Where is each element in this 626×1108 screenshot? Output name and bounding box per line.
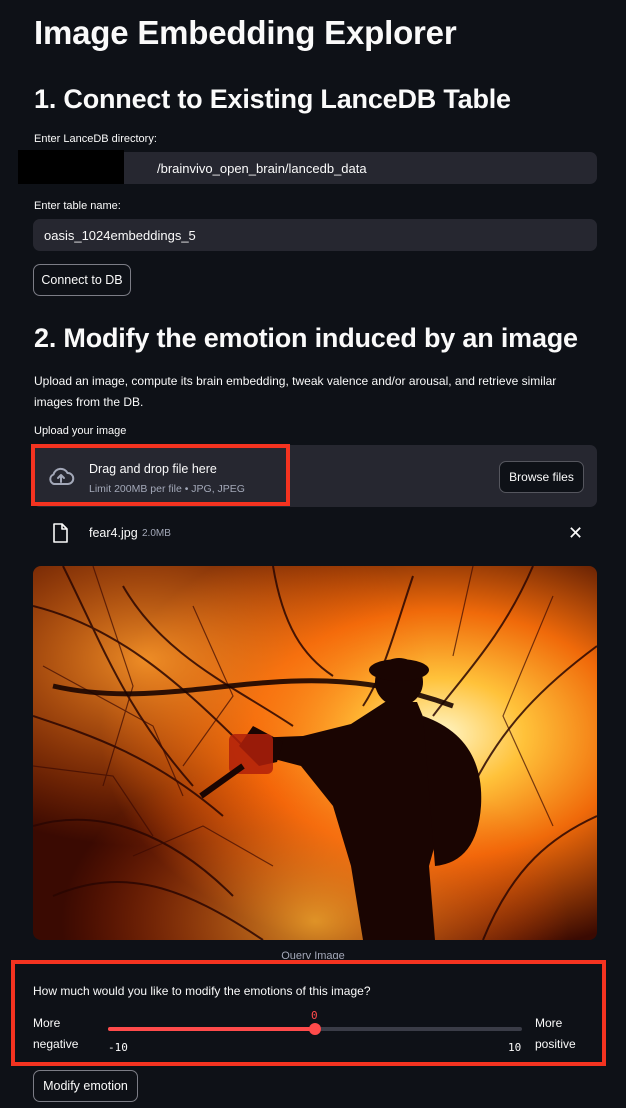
section1-heading: 1. Connect to Existing LanceDB Table: [34, 84, 511, 114]
file-icon: [53, 523, 68, 543]
query-image: [33, 566, 597, 940]
section2-description: Upload an image, compute its brain embed…: [34, 374, 557, 409]
browse-files-button[interactable]: Browse files: [499, 461, 584, 493]
table-input[interactable]: oasis_1024embeddings_5: [33, 219, 597, 251]
dir-label: Enter LanceDB directory:: [34, 133, 157, 145]
upload-label: Upload your image: [34, 425, 127, 437]
uploaded-file-name: fear4.jpg: [89, 526, 138, 540]
highlight-box-dropzone: [31, 444, 290, 506]
uploaded-file-size: 2.0MB: [142, 528, 171, 539]
highlight-box-slider: [11, 960, 606, 1066]
image-caption: Query Image: [281, 950, 345, 959]
close-icon[interactable]: ✕: [568, 524, 583, 542]
section2-heading: 2. Modify the emotion induced by an imag…: [34, 323, 578, 353]
modify-emotion-button[interactable]: Modify emotion: [33, 1070, 138, 1102]
connect-button[interactable]: Connect to DB: [33, 264, 131, 296]
redaction-block: [18, 150, 124, 184]
table-label: Enter table name:: [34, 200, 121, 212]
app-title: Image Embedding Explorer: [34, 14, 457, 51]
firefighter-photo: [33, 566, 597, 940]
